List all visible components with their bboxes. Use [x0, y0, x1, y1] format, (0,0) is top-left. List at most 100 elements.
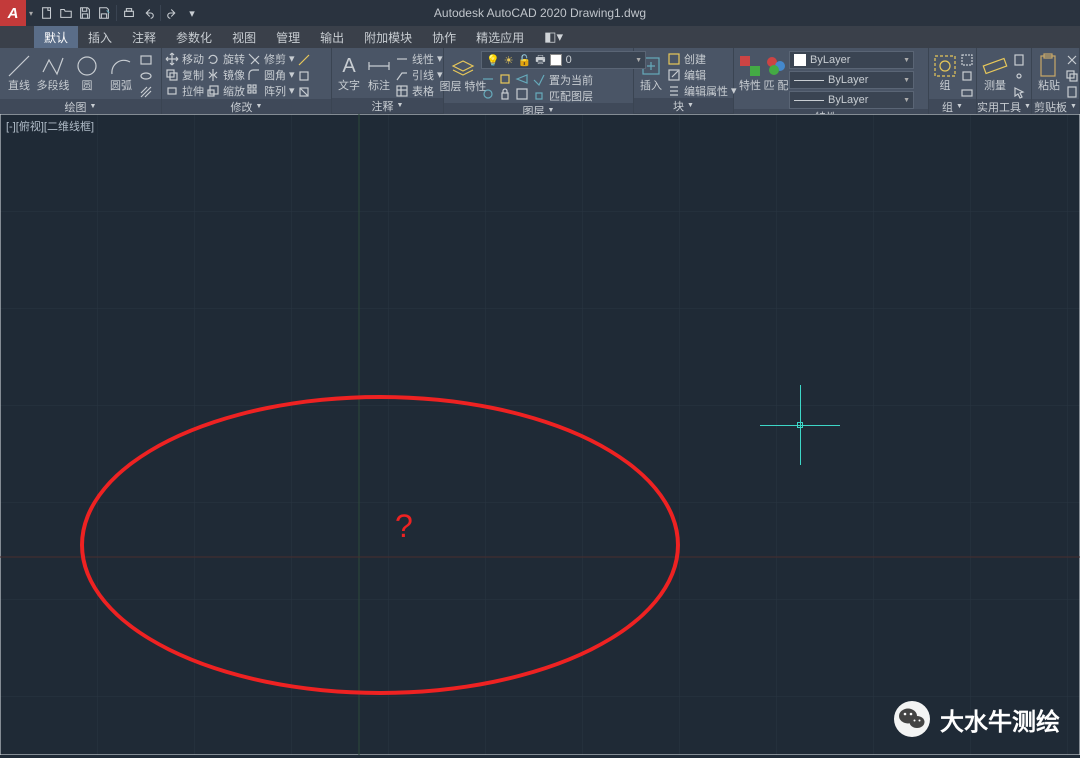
tab-insert[interactable]: 插入	[78, 26, 122, 48]
create-block-button[interactable]: 创建	[667, 51, 737, 66]
chevron-down-icon: ▼	[1024, 103, 1031, 110]
layer-freeze-icon[interactable]	[481, 87, 495, 101]
panel-modify: 移动 复制 拉伸 旋转 镜像 缩放 修剪▾ 圆角▾ 阵列▾ 修改▼	[162, 48, 332, 113]
panel-annotation-title[interactable]: 注释▼	[332, 98, 443, 113]
edit-block-button[interactable]: 编辑	[667, 67, 737, 82]
paste-button[interactable]: 粘贴	[1035, 50, 1063, 92]
point-icon[interactable]	[1012, 69, 1026, 83]
dimension-button[interactable]: 标注	[365, 50, 393, 92]
circle-button[interactable]: 圆	[71, 50, 103, 92]
erase-icon[interactable]	[297, 85, 311, 99]
paste-special-icon[interactable]	[1065, 85, 1079, 99]
layer-selector[interactable]: 💡 ☀ 🔓 🖶 0 ▼	[481, 51, 646, 69]
ribbon-tabs: 默认 插入 注释 参数化 视图 管理 输出 附加模块 协作 精选应用 ◧▾	[0, 26, 1080, 48]
copy-button[interactable]: 复制	[165, 67, 204, 82]
bulb-icon: 💡	[486, 54, 500, 67]
match-layer-button[interactable]: 匹配图层	[532, 88, 593, 103]
calc-icon[interactable]	[1012, 53, 1026, 67]
layer-state-icon[interactable]	[515, 87, 529, 101]
group-icon	[931, 52, 959, 80]
group-button[interactable]: 组	[932, 50, 958, 92]
canvas-grid	[0, 114, 1080, 755]
rotate-button[interactable]: 旋转	[206, 51, 245, 66]
chevron-down-icon: ▼	[256, 103, 263, 110]
select-icon[interactable]	[1012, 85, 1026, 99]
edit-polyline-icon[interactable]	[297, 53, 311, 67]
group-bb-icon[interactable]	[960, 85, 974, 99]
tab-addins[interactable]: 附加模块	[354, 26, 422, 48]
properties-palette-button[interactable]: 匹 配	[765, 50, 787, 92]
app-menu-dropdown[interactable]: ▾	[26, 0, 36, 26]
move-button[interactable]: 移动	[165, 51, 204, 66]
panel-groups: 组 组▼	[929, 48, 977, 113]
polyline-button[interactable]: 多段线	[37, 50, 69, 92]
mirror-button[interactable]: 镜像	[206, 67, 245, 82]
panel-groups-title[interactable]: 组▼	[929, 99, 976, 114]
tab-default[interactable]: 默认	[34, 26, 78, 48]
layer-off-icon[interactable]	[481, 72, 495, 86]
mirror-icon	[206, 68, 220, 82]
ellipse-icon[interactable]	[139, 69, 153, 83]
line-button[interactable]: 直线	[3, 50, 35, 92]
leader-button[interactable]: 引线▾	[395, 67, 443, 82]
qat-open-icon[interactable]	[57, 4, 75, 22]
measure-button[interactable]: 测量	[980, 50, 1010, 92]
qat-new-icon[interactable]	[38, 4, 56, 22]
tab-output[interactable]: 输出	[310, 26, 354, 48]
trim-button[interactable]: 修剪▾	[247, 51, 295, 66]
group-edit-icon[interactable]	[960, 69, 974, 83]
qat-plot-icon[interactable]	[120, 4, 138, 22]
tab-parametric[interactable]: 参数化	[166, 26, 222, 48]
match-properties-button[interactable]: 特性	[737, 50, 763, 92]
make-current-button[interactable]: 置为当前	[532, 72, 593, 87]
tab-featured[interactable]: 精选应用	[466, 26, 534, 48]
chevron-down-icon: ▼	[687, 102, 694, 109]
linetype-preview-icon	[794, 100, 824, 101]
sun-icon: ☀	[504, 54, 514, 67]
qat-saveas-icon[interactable]	[95, 4, 113, 22]
rectangle-icon[interactable]	[139, 53, 153, 67]
layer-color-swatch	[550, 54, 562, 66]
cut-icon[interactable]	[1065, 53, 1079, 67]
array-button[interactable]: 阵列▾	[247, 83, 295, 98]
explode-icon[interactable]	[297, 69, 311, 83]
qat-redo-icon[interactable]	[164, 4, 182, 22]
tab-annotate[interactable]: 注释	[122, 26, 166, 48]
layer-prev-icon[interactable]	[515, 72, 529, 86]
app-logo-icon[interactable]: A	[0, 0, 26, 26]
panel-modify-title[interactable]: 修改▼	[162, 99, 331, 114]
chevron-down-icon: ▼	[548, 107, 555, 114]
color-selector[interactable]: ByLayer▼	[789, 51, 914, 69]
ungroup-icon[interactable]	[960, 53, 974, 67]
layer-properties-button[interactable]: 图层 特性	[447, 50, 479, 93]
panel-blocks-title[interactable]: 块▼	[634, 98, 733, 113]
linetype-selector[interactable]: ByLayer▼	[789, 91, 914, 109]
scale-button[interactable]: 缩放	[206, 83, 245, 98]
panel-clipboard-title[interactable]: 剪贴板▼	[1032, 99, 1079, 114]
tab-view[interactable]: 视图	[222, 26, 266, 48]
panel-draw-title[interactable]: 绘图▼	[0, 99, 161, 114]
arc-button[interactable]: 圆弧	[105, 50, 137, 92]
viewport-controls[interactable]: [-][俯视][二维线框]	[6, 118, 94, 134]
copy-clip-icon[interactable]	[1065, 69, 1079, 83]
qat-dropdown-icon[interactable]: ▾	[183, 4, 201, 22]
qat-undo-icon[interactable]	[139, 4, 157, 22]
layer-name: 0	[566, 54, 572, 66]
lineweight-selector[interactable]: ByLayer▼	[789, 71, 914, 89]
ribbon-extra-icon[interactable]: ◧▾	[544, 29, 563, 45]
stretch-button[interactable]: 拉伸	[165, 83, 204, 98]
panel-utilities-title[interactable]: 实用工具▼	[977, 99, 1031, 114]
hatch-icon[interactable]	[139, 85, 153, 99]
fillet-button[interactable]: 圆角▾	[247, 67, 295, 82]
trim-icon	[247, 52, 261, 66]
linear-button[interactable]: 线性▾	[395, 51, 443, 66]
drawing-canvas[interactable]	[0, 114, 1080, 755]
text-button[interactable]: A 文字	[335, 50, 363, 92]
edit-attr-button[interactable]: 编辑属性▾	[667, 83, 737, 98]
layer-iso-icon[interactable]	[498, 72, 512, 86]
tab-collaborate[interactable]: 协作	[422, 26, 466, 48]
table-button[interactable]: 表格	[395, 83, 443, 98]
layer-lock-icon[interactable]	[498, 87, 512, 101]
tab-manage[interactable]: 管理	[266, 26, 310, 48]
qat-save-icon[interactable]	[76, 4, 94, 22]
